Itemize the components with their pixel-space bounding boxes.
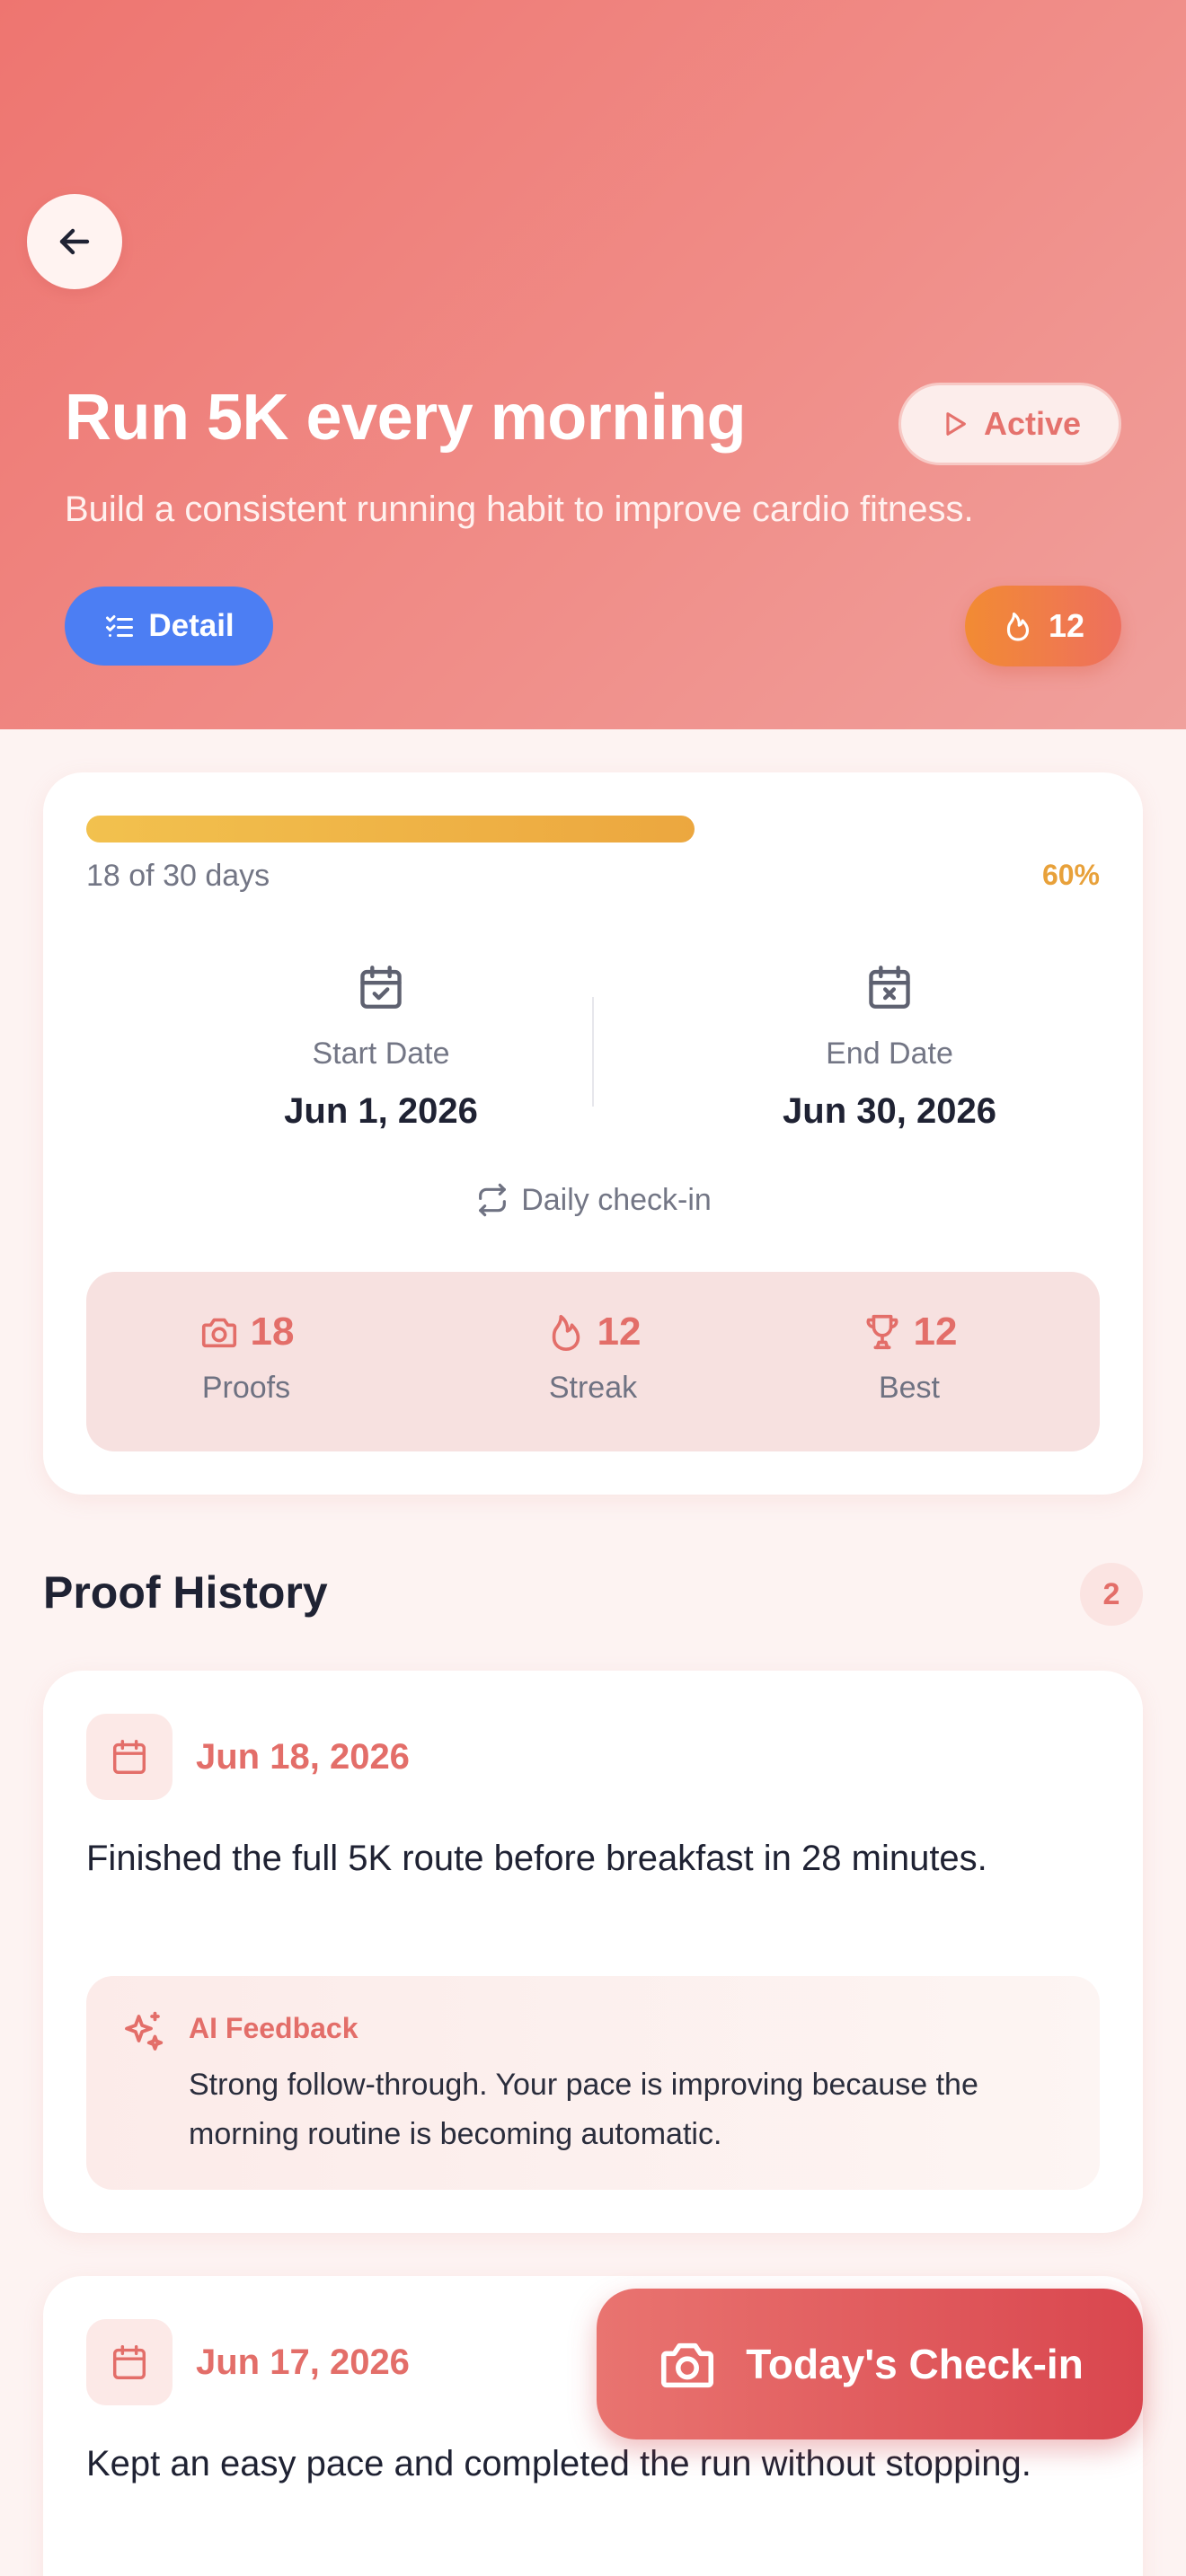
todays-check-in-button[interactable]: Today's Check-in (597, 2289, 1143, 2439)
end-date-value: Jun 30, 2026 (783, 1091, 996, 1131)
stat-best-label: Best (878, 1371, 941, 1405)
sparkles-icon (125, 2011, 164, 2051)
proof-entry-text: Kept an easy pace and completed the run … (86, 2444, 1031, 2483)
detail-button[interactable]: Detail (65, 587, 273, 666)
calendar-chip (86, 1714, 173, 1800)
flame-icon (1006, 612, 1030, 641)
status-label: Active (983, 405, 1082, 442)
checklist-icon (106, 615, 134, 637)
proof-entry[interactable]: Jun 18, 2026 Finished the full 5K route … (43, 1671, 1143, 2233)
stat-proofs-value: 18 (250, 1310, 295, 1354)
calendar-check-icon (360, 966, 402, 1009)
camera-icon (201, 1318, 236, 1348)
start-date: Start Date Jun 1, 2026 (201, 961, 561, 1132)
end-date-label: End Date (826, 1037, 953, 1071)
goal-description: Build a consistent running habit to impr… (65, 490, 974, 529)
proof-entry-text: Finished the full 5K route before breakf… (86, 1839, 987, 1878)
stats-panel: 18 Proofs 12 Streak 12 Best (86, 1272, 1100, 1451)
proof-entry-date: Jun 17, 2026 (196, 2342, 410, 2382)
calendar-chip (86, 2319, 173, 2405)
progress-bar-fill (86, 816, 695, 842)
trophy-icon (866, 1314, 898, 1350)
check-in-frequency-label: Daily check-in (521, 1182, 712, 1217)
proof-count-badge: 2 (1080, 1563, 1143, 1626)
camera-icon (661, 2342, 714, 2388)
goal-title: Run 5K every morning (65, 382, 747, 454)
stat-streak: 12 Streak (458, 1310, 728, 1406)
stat-best-value: 12 (913, 1310, 958, 1354)
progress-days: 18 of 30 days (86, 859, 270, 893)
date-divider (592, 997, 594, 1107)
goal-header: Run 5K every morning Active Build a cons… (0, 0, 1186, 729)
progress-percent: 60% (1041, 859, 1100, 891)
arrow-left-icon (59, 228, 90, 255)
start-date-value: Jun 1, 2026 (284, 1091, 478, 1131)
calendar-icon (112, 2345, 146, 2379)
proof-entry-date: Jun 18, 2026 (196, 1736, 410, 1777)
stat-proofs-label: Proofs (201, 1371, 291, 1405)
todays-check-in-label: Today's Check-in (746, 2341, 1084, 2387)
streak-badge-value: 12 (1048, 607, 1085, 644)
stat-best: 12 Best (774, 1310, 1044, 1406)
calendar-icon (112, 1740, 146, 1774)
stat-streak-value: 12 (597, 1310, 642, 1354)
progress-card: 18 of 30 days 60% Start Date Jun 1, 2026… (43, 772, 1143, 1495)
stat-proofs: 18 Proofs (111, 1310, 381, 1406)
ai-feedback-label: AI Feedback (189, 2012, 358, 2044)
play-icon (946, 412, 966, 436)
flame-icon (552, 1314, 580, 1351)
calendar-x-icon (869, 966, 910, 1009)
stat-streak-label: Streak (548, 1371, 638, 1405)
detail-button-label: Detail (148, 608, 235, 643)
repeat-icon (479, 1183, 507, 1217)
streak-badge: 12 (965, 586, 1121, 666)
check-in-frequency: Daily check-in (43, 1182, 1143, 1218)
start-date-label: Start Date (312, 1037, 450, 1071)
end-date: End Date Jun 30, 2026 (710, 961, 1069, 1132)
back-button[interactable] (27, 194, 122, 289)
ai-feedback-text: Strong follow-through. Your pace is impr… (189, 2068, 978, 2151)
proof-history-title: Proof History (43, 1567, 328, 1618)
ai-feedback-box: AI Feedback Strong follow-through. Your … (86, 1976, 1100, 2190)
progress-bar (86, 816, 1100, 842)
status-badge[interactable]: Active (898, 383, 1121, 465)
